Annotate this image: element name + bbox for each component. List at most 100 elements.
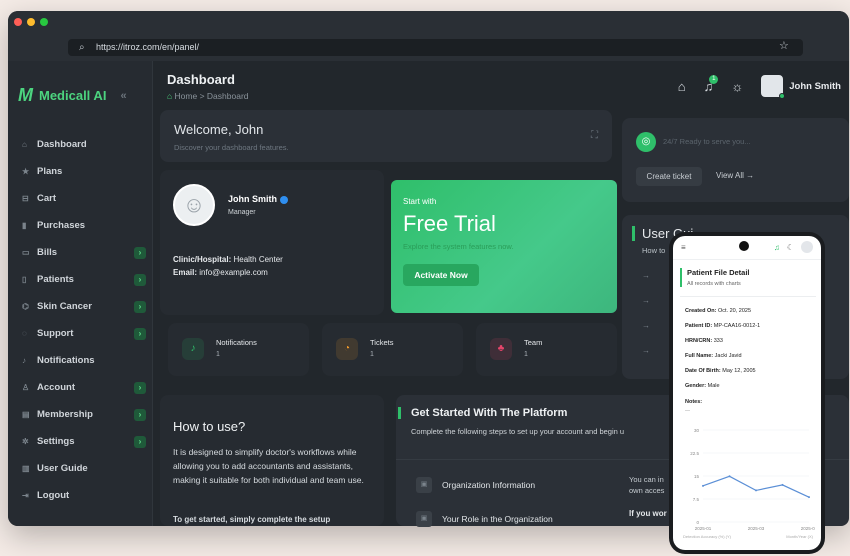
- clinic-value: Health Center: [233, 255, 283, 264]
- guide-row-arrow-icon[interactable]: →: [642, 271, 650, 296]
- notification-count: 1: [709, 74, 719, 84]
- guide-row-arrow-icon[interactable]: →: [642, 346, 650, 371]
- sidebar-item-label: Membership: [37, 409, 93, 420]
- field-value: 333: [713, 338, 723, 344]
- stat-card-team[interactable]: ♣ Team 1: [476, 323, 617, 376]
- step-organization-info[interactable]: ▣ Organization Information: [416, 477, 535, 493]
- sidebar-item-notifications[interactable]: ♪ Notifications: [16, 347, 144, 374]
- profile-role: Manager: [228, 209, 256, 216]
- sidebar-item-dashboard[interactable]: ⌂ Dashboard: [16, 131, 144, 158]
- sidebar-item-label: Plans: [37, 166, 63, 177]
- cart-icon: ⊟: [22, 194, 29, 203]
- sidebar-item-membership[interactable]: ▤ Membership ›: [16, 401, 146, 428]
- trial-description: Explore the system features now.: [403, 242, 514, 251]
- chevron-right-icon[interactable]: ›: [134, 246, 146, 259]
- stat-value: 1: [524, 351, 528, 358]
- getstarted-title: Get Started With The Platform: [398, 407, 567, 419]
- team-icon: ♣: [490, 338, 512, 360]
- brand-logo[interactable]: M Medicall AI «: [18, 85, 127, 106]
- sidebar: M Medicall AI « ⌂ Dashboard ★ Plans ⊟ Cart ▮ Pu…: [8, 61, 153, 526]
- profile-card: ☺ John Smith Manager Clinic/Hospital: He…: [160, 170, 384, 315]
- sidebar-item-purchases[interactable]: ▮ Purchases: [16, 212, 144, 239]
- address-bar[interactable]: ⌕ https://itroz.com/en/panel/: [68, 39, 803, 56]
- breadcrumb-current: Dashboard: [206, 91, 249, 101]
- patient-field: Date Of Birth: May 12, 2005: [685, 368, 760, 383]
- sidebar-item-label: Dashboard: [37, 139, 87, 150]
- patient-file-title: Patient File Detail: [687, 268, 750, 277]
- field-value: Jacki Javid: [714, 353, 742, 359]
- guide-row-arrow-icon[interactable]: →: [642, 321, 650, 346]
- chevron-right-icon[interactable]: ›: [134, 408, 146, 421]
- theme-toggle-icon[interactable]: ☼: [731, 79, 743, 94]
- patient-file-subtitle: All records with charts: [687, 281, 741, 287]
- home-icon: ⌂: [22, 140, 27, 149]
- breadcrumb-home[interactable]: Home: [175, 91, 198, 101]
- minimize-window-dot[interactable]: [27, 18, 35, 26]
- page-title: Dashboard: [167, 72, 235, 87]
- sidebar-item-account[interactable]: ♙ Account ›: [16, 374, 146, 401]
- user-name: John Smith: [789, 80, 841, 92]
- sidebar-item-bills[interactable]: ▭ Bills ›: [16, 239, 146, 266]
- chevron-right-icon[interactable]: ›: [134, 300, 146, 313]
- phone-moon-icon[interactable]: ☾: [787, 243, 794, 252]
- stat-card-notifications[interactable]: ♪ Notifications 1: [168, 323, 309, 376]
- home-icon[interactable]: ⌂: [678, 79, 686, 94]
- breadcrumb-home-icon: ⌂: [167, 91, 173, 101]
- sidebar-item-patients[interactable]: ▯ Patients ›: [16, 266, 146, 293]
- user-menu[interactable]: John Smith: [761, 75, 841, 99]
- sidebar-item-label: Account: [37, 382, 75, 393]
- activate-now-button[interactable]: Activate Now: [403, 264, 479, 286]
- logo-mark-icon: M: [18, 85, 33, 105]
- collapse-sidebar-icon[interactable]: «: [120, 90, 126, 102]
- data-point: [808, 496, 810, 499]
- divider: [680, 296, 816, 297]
- close-window-dot[interactable]: [14, 18, 22, 26]
- x-axis-label: Month/Year (X): [786, 534, 813, 539]
- chevron-right-icon[interactable]: ›: [134, 273, 146, 286]
- fullscreen-icon[interactable]: ⛶: [591, 130, 598, 141]
- notes-label: Notes:: [685, 399, 703, 405]
- chevron-right-icon[interactable]: ›: [134, 435, 146, 448]
- notifications-bell-icon[interactable]: ♫ 1: [704, 74, 719, 94]
- field-value: MP-CAA16-0012-1: [713, 323, 761, 329]
- sidebar-item-skin-cancer[interactable]: ⌬ Skin Cancer ›: [16, 293, 146, 320]
- stat-card-tickets[interactable]: ◔ Tickets 1: [322, 323, 463, 376]
- x-tick-label: 2025-05: [801, 526, 815, 531]
- patient-file-header: Patient File Detail All records with cha…: [680, 268, 750, 287]
- phone-screen: ≡ ♫ ☾ Patient File Detail All records wi…: [673, 236, 821, 550]
- trial-kicker: Start with: [403, 197, 437, 206]
- notes-value: —: [685, 408, 690, 414]
- sidebar-item-label: Settings: [37, 436, 75, 447]
- y-tick-label: 22.5: [690, 451, 699, 456]
- sidebar-item-user-guide[interactable]: ▥ User Guide: [16, 455, 144, 482]
- field-value: Oct. 20, 2025: [718, 308, 752, 314]
- chevron-right-icon[interactable]: ›: [134, 381, 146, 394]
- patients-icon: ▯: [22, 275, 27, 284]
- view-all-link[interactable]: View All →: [716, 171, 754, 180]
- sidebar-item-settings[interactable]: ✲ Settings ›: [16, 428, 146, 455]
- y-tick-label: 7.5: [693, 497, 700, 502]
- menu-icon[interactable]: ≡: [681, 243, 686, 252]
- create-ticket-button[interactable]: Create ticket: [636, 167, 702, 186]
- sidebar-item-cart[interactable]: ⊟ Cart: [16, 185, 144, 212]
- bill-icon: ▭: [22, 248, 30, 257]
- url-text: https://itroz.com/en/panel/: [96, 42, 200, 52]
- bookmark-star-icon[interactable]: ☆: [779, 39, 789, 52]
- stat-title: Notifications: [216, 338, 257, 347]
- guide-row-arrow-icon[interactable]: →: [642, 296, 650, 321]
- field-label: HRN/CRN:: [685, 338, 713, 344]
- ticket-icon: ◔: [336, 338, 358, 360]
- phone-bell-icon[interactable]: ♫: [774, 243, 780, 252]
- maximize-window-dot[interactable]: [40, 18, 48, 26]
- sidebar-item-logout[interactable]: ⇥ Logout: [16, 482, 144, 509]
- free-trial-card: Start with Free Trial Explore the system…: [391, 180, 617, 313]
- sidebar-item-plans[interactable]: ★ Plans: [16, 158, 144, 185]
- how-to-use-card: How to use? It is designed to simplify d…: [160, 395, 384, 526]
- stat-title: Team: [524, 338, 543, 347]
- phone-avatar[interactable]: [801, 241, 813, 253]
- step-your-role[interactable]: ▣ Your Role in the Organization: [416, 511, 553, 527]
- trial-title: Free Trial: [403, 211, 496, 236]
- chevron-right-icon[interactable]: ›: [134, 327, 146, 340]
- y-tick-label: 30: [694, 428, 700, 433]
- sidebar-item-support[interactable]: ◌ Support ›: [16, 320, 146, 347]
